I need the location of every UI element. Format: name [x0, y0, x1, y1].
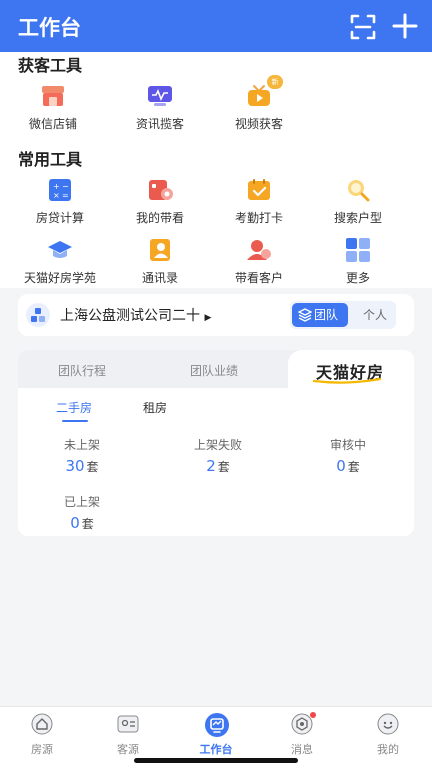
- nav-workbench[interactable]: 工作台: [186, 713, 246, 757]
- tool-search-layout[interactable]: 搜索户型: [308, 178, 408, 226]
- nav-clients[interactable]: 客源: [98, 713, 158, 757]
- svg-text:=: =: [62, 191, 69, 200]
- tool-label: 视频获客: [234, 117, 283, 131]
- video-icon: [248, 85, 270, 106]
- listing-stats-card: 团队行程 团队业绩 天猫好房 二手房 租房 未上架 30 套 上架失败 2套 审核…: [18, 350, 414, 536]
- search-magnifier-icon: [348, 180, 370, 202]
- tool-academy[interactable]: 天猫好房学苑: [10, 238, 110, 286]
- stat-unit: 套: [217, 460, 230, 474]
- workbench-icon: [205, 713, 229, 737]
- company-icon: [26, 303, 50, 327]
- tool-label: 带看客户: [234, 271, 283, 285]
- acquire-tools-title: 获客工具: [18, 56, 83, 75]
- tool-news-acquire[interactable]: 资讯揽客: [110, 84, 210, 132]
- plus-icon[interactable]: [392, 13, 418, 39]
- tool-showing-customers[interactable]: 带看客户: [209, 238, 309, 286]
- page-title: 工作台: [18, 16, 81, 40]
- new-badge: 新: [267, 75, 283, 89]
- tool-attendance[interactable]: 考勤打卡: [209, 178, 309, 226]
- svg-text:−: −: [62, 182, 69, 191]
- stat-unit: 套: [81, 517, 94, 531]
- stat-unlisted[interactable]: 未上架 30 套: [42, 436, 122, 475]
- caret-right-icon: ▶: [204, 313, 212, 323]
- tool-label: 微信店铺: [28, 117, 77, 131]
- svg-text:+: +: [53, 182, 60, 191]
- shop-icon: [42, 86, 64, 106]
- subtab-indicator: [62, 420, 88, 422]
- news-monitor-icon: [148, 86, 172, 106]
- unread-dot: [310, 712, 316, 718]
- company-selector: 上海公盘测试公司二十 ▶ 团队 个人: [18, 294, 414, 336]
- tool-label: 更多: [345, 271, 370, 285]
- stat-value: 0: [336, 457, 346, 475]
- nav-profile[interactable]: 我的: [358, 713, 418, 757]
- subtab-rental[interactable]: 租房: [143, 399, 167, 416]
- house-icon: [31, 713, 53, 735]
- tab-team-performance[interactable]: 团队业绩: [190, 362, 238, 379]
- stat-value: 2: [206, 457, 216, 475]
- tool-label: 天猫好房学苑: [23, 271, 96, 285]
- tab-tmall-haofang[interactable]: 天猫好房: [288, 350, 414, 388]
- svg-text:×: ×: [53, 191, 60, 200]
- tool-label: 通讯录: [141, 271, 178, 285]
- tool-mortgage-calc[interactable]: + − × = 房贷计算: [10, 178, 110, 226]
- grid-more-icon: [346, 238, 370, 262]
- tool-video-acquire[interactable]: 新 视频获客: [209, 75, 309, 132]
- app-header: 工作台: [0, 0, 432, 52]
- tool-contacts[interactable]: 通讯录: [110, 238, 210, 286]
- profile-icon: [377, 713, 399, 735]
- toggle-personal[interactable]: 个人: [356, 303, 394, 327]
- graduation-cap-icon: [48, 241, 72, 258]
- stat-unit: 套: [347, 460, 360, 474]
- nav-messages[interactable]: 消息: [272, 712, 332, 757]
- team-personal-toggle: 团队 个人: [290, 301, 396, 329]
- stat-value: 30: [65, 457, 85, 475]
- stat-unit: 套: [86, 460, 99, 474]
- stat-listed[interactable]: 已上架 0套: [42, 493, 122, 532]
- client-card-icon: [117, 715, 139, 733]
- customer-icon: [247, 240, 271, 260]
- tool-more[interactable]: 更多: [308, 238, 408, 286]
- layers-icon: [298, 308, 312, 322]
- stat-value: 0: [70, 514, 80, 532]
- home-indicator: [134, 758, 298, 763]
- common-tools-title: 常用工具: [18, 150, 83, 169]
- stat-under-review[interactable]: 审核中 0套: [308, 436, 388, 475]
- showing-card-icon: [149, 180, 173, 200]
- tool-label: 我的带看: [135, 211, 184, 225]
- stat-listing-failed[interactable]: 上架失败 2套: [178, 436, 258, 475]
- logo-swoosh: [312, 378, 382, 384]
- tool-label: 资讯揽客: [135, 117, 184, 131]
- company-name[interactable]: 上海公盘测试公司二十 ▶: [60, 305, 211, 325]
- tool-wechat-shop[interactable]: 微信店铺: [3, 84, 103, 132]
- calculator-icon: + − × =: [49, 179, 71, 201]
- scan-icon[interactable]: [350, 14, 376, 40]
- toggle-team[interactable]: 团队: [292, 303, 348, 327]
- nav-listings[interactable]: 房源: [12, 713, 72, 757]
- panel-tabs: 团队行程 团队业绩 天猫好房: [18, 350, 414, 388]
- attendance-calendar-icon: [248, 179, 270, 200]
- tool-label: 搜索户型: [333, 211, 382, 225]
- tool-label: 房贷计算: [35, 211, 84, 225]
- tool-my-showings[interactable]: 我的带看: [110, 178, 210, 226]
- contacts-icon: [150, 239, 170, 261]
- tab-team-schedule[interactable]: 团队行程: [58, 362, 106, 379]
- subtab-second-hand[interactable]: 二手房: [56, 399, 92, 416]
- tool-label: 考勤打卡: [234, 211, 283, 225]
